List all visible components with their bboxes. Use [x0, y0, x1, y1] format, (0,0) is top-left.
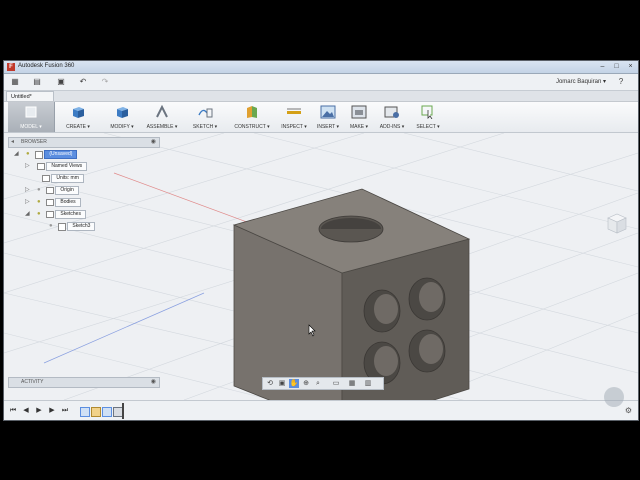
browser-panel-header[interactable]: ◂ BROWSER ◉ — [8, 137, 160, 148]
select-cursor-icon — [421, 105, 433, 119]
browser-item-named-views[interactable]: Named Views — [37, 162, 88, 171]
redo-icon[interactable]: ↷ — [98, 77, 112, 87]
quick-access-toolbar: ▦ ▤ ▣ ↶ ↷ Jomarc Baquiran ▾ ? — [4, 74, 638, 91]
display-settings-icon[interactable]: ▭ — [331, 379, 341, 388]
expand-origin-icon[interactable]: ▷ — [25, 186, 31, 195]
navigation-bar: ⟲ ▣ ✋ ⊕ ⌕ ▭ ▦ ▥ — [262, 377, 384, 390]
inspect-measure-icon — [287, 108, 301, 114]
fusion-window: F Autodesk Fusion 360 – □ × ▦ ▤ ▣ ↶ ↷ Jo… — [3, 60, 639, 421]
modify-menu[interactable]: MODIFY ▾ — [104, 102, 140, 132]
create-box-icon — [73, 107, 84, 118]
make-menu[interactable]: MAKE ▾ — [344, 102, 374, 132]
user-menu[interactable]: Jomarc Baquiran ▾ — [556, 78, 606, 85]
create-menu[interactable]: CREATE ▾ — [60, 102, 96, 132]
data-panel-grid-icon[interactable]: ▦ — [8, 77, 22, 87]
timeline-feature-sketch[interactable] — [80, 407, 90, 417]
insert-menu[interactable]: INSERT ▾ — [312, 102, 344, 132]
3d-viewport[interactable] — [4, 133, 638, 400]
insert-image-icon — [320, 105, 336, 119]
browser-item-root[interactable]: (Unsaved) — [35, 150, 78, 159]
cube-body[interactable] — [4, 133, 638, 400]
go-to-start-icon[interactable]: ⏮ — [8, 406, 18, 416]
timeline-feature-extrude[interactable] — [91, 407, 101, 417]
close-icon[interactable]: × — [624, 62, 637, 72]
make-3d-print-icon — [351, 105, 367, 119]
browser-pin-icon[interactable]: ◉ — [151, 138, 156, 145]
timeline-bar: ⏮ ◀ ▶ ▶ ⏭ ⚙ — [4, 400, 638, 420]
player-logo-icon — [604, 387, 624, 407]
assemble-joint-icon — [156, 105, 168, 118]
timeline-feature-sketch-2[interactable] — [102, 407, 112, 417]
fit-icon[interactable]: ⌕ — [313, 379, 323, 388]
orbit-icon[interactable]: ⟲ — [265, 379, 275, 388]
browser-item-bodies[interactable]: Bodies — [46, 198, 81, 207]
folder-icon — [46, 187, 54, 194]
grid-settings-icon[interactable]: ▦ — [347, 379, 357, 388]
maximize-icon[interactable]: □ — [610, 62, 623, 72]
folder-icon — [37, 163, 45, 170]
viewports-icon[interactable]: ▥ — [363, 379, 373, 388]
viewcube-icon[interactable] — [604, 210, 630, 236]
folder-icon — [46, 199, 54, 206]
addins-scripts-icon — [384, 106, 399, 118]
minimize-icon[interactable]: – — [596, 62, 609, 72]
addins-menu[interactable]: ADD-INS ▾ — [376, 102, 408, 132]
expand-root-icon[interactable]: ◢ — [14, 150, 20, 159]
collapse-sketches-icon[interactable]: ◢ — [25, 210, 31, 219]
model-workspace-icon — [25, 106, 37, 118]
browser-item-units[interactable]: Units: mm — [42, 174, 84, 183]
select-menu[interactable]: SELECT ▾ — [412, 102, 444, 132]
sketch-line-icon — [198, 108, 213, 118]
component-icon — [35, 150, 43, 159]
sketch-menu[interactable]: SKETCH ▾ — [186, 102, 224, 132]
file-menu-icon[interactable]: ▤ — [30, 77, 44, 87]
zoom-icon[interactable]: ⊕ — [301, 379, 311, 388]
expand-bodies-icon[interactable]: ▷ — [25, 198, 31, 207]
go-to-end-icon[interactable]: ⏭ — [60, 406, 70, 416]
window-title: Autodesk Fusion 360 — [18, 63, 75, 69]
workspace-model-button[interactable]: MODEL ▾ — [8, 102, 55, 132]
document-tab[interactable]: Untitled* — [6, 91, 54, 101]
help-icon[interactable]: ? — [614, 77, 628, 87]
step-back-icon[interactable]: ◀ — [21, 406, 31, 416]
browser-item-origin[interactable]: Origin — [46, 186, 79, 195]
browser-item-sketch3[interactable]: Sketch3 — [58, 222, 96, 231]
undo-icon[interactable]: ↶ — [76, 77, 90, 87]
app-logo-icon: F — [7, 63, 15, 71]
look-at-icon[interactable]: ▣ — [277, 379, 287, 388]
timeline-settings-gear-icon[interactable]: ⚙ — [625, 406, 632, 415]
construct-plane-icon — [247, 106, 257, 118]
document-tab-strip: Untitled* — [4, 91, 638, 102]
expand-named-views-icon[interactable]: ▷ — [25, 162, 31, 171]
sketch-icon — [58, 222, 66, 231]
activity-pin-icon[interactable]: ◉ — [151, 378, 156, 385]
modify-push-pull-icon — [117, 107, 128, 118]
bodies-bulb-icon[interactable]: ● — [37, 199, 43, 206]
assemble-menu[interactable]: ASSEMBLE ▾ — [142, 102, 182, 132]
visibility-bulb-icon[interactable]: ● — [26, 151, 32, 158]
timeline-marker[interactable] — [122, 403, 124, 419]
construct-menu[interactable]: CONSTRUCT ▾ — [230, 102, 274, 132]
inspect-menu[interactable]: INSPECT ▾ — [276, 102, 312, 132]
units-icon — [42, 175, 50, 182]
step-forward-icon[interactable]: ▶ — [47, 406, 57, 416]
save-icon[interactable]: ▣ — [54, 77, 68, 87]
play-icon[interactable]: ▶ — [34, 406, 44, 416]
sketch3-bulb-icon[interactable]: ● — [49, 223, 55, 230]
title-bar: F Autodesk Fusion 360 – □ × — [4, 61, 638, 74]
pan-icon[interactable]: ✋ — [289, 379, 299, 388]
activity-panel-header[interactable]: ACTIVITY ◉ — [8, 377, 160, 388]
browser-item-sketches[interactable]: Sketches — [46, 210, 86, 219]
origin-bulb-icon[interactable]: ● — [37, 187, 43, 194]
sketches-bulb-icon[interactable]: ● — [37, 211, 43, 218]
ribbon-toolbar: MODEL ▾ CREATE ▾ MODIFY ▾ ASSEMBLE ▾ SKE… — [4, 102, 638, 133]
folder-icon — [46, 211, 54, 218]
